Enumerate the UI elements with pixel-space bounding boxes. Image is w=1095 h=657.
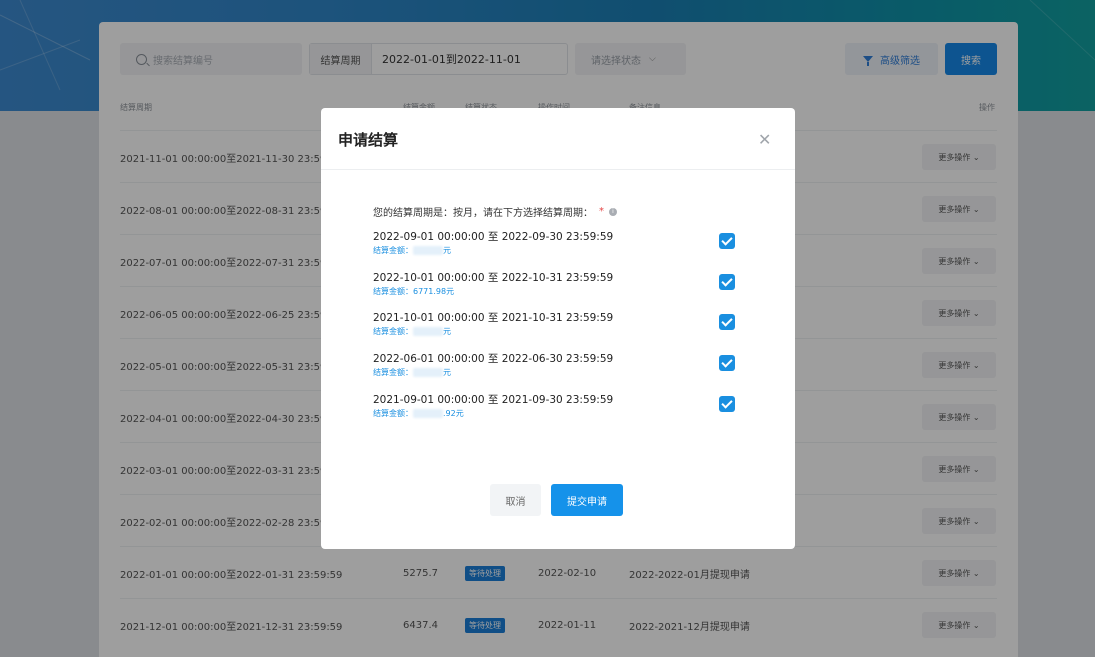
- amount-label: 结算金额：: [373, 246, 413, 255]
- period-option[interactable]: 2022-09-01 00:00:00 至 2022-09-30 23:59:5…: [373, 229, 743, 265]
- option-checkbox[interactable]: [719, 273, 735, 290]
- apply-settlement-dialog: 申请结算 ✕ 您的结算周期是：按月，请在下方选择结算周期： * i 2022-0…: [321, 108, 795, 549]
- prompt-text: 您的结算周期是：按月，请在下方选择结算周期：: [373, 208, 593, 219]
- redacted-amount: [413, 246, 443, 255]
- period-range-text: 2022-06-01 00:00:00 至 2022-06-30 23:59:5…: [373, 353, 614, 366]
- amount-suffix: 元: [455, 408, 464, 418]
- amount-suffix: 元: [443, 327, 451, 337]
- amount-label: 结算金额：: [373, 327, 413, 337]
- amount-value: .92: [443, 408, 456, 418]
- period-option[interactable]: 2021-10-01 00:00:00 至 2021-10-31 23:59:5…: [373, 310, 743, 346]
- period-range-text: 2022-09-01 00:00:00 至 2022-09-30 23:59:5…: [373, 231, 614, 243]
- amount-label: 结算金额：: [373, 408, 413, 418]
- period-range-text: 2021-09-01 00:00:00 至 2021-09-30 23:59:5…: [373, 393, 614, 406]
- period-option[interactable]: 2022-06-01 00:00:00 至 2022-06-30 23:59:5…: [373, 351, 743, 387]
- option-checkbox[interactable]: [719, 395, 735, 412]
- option-checkbox[interactable]: [719, 233, 735, 249]
- redacted-amount: [413, 408, 443, 418]
- info-icon[interactable]: i: [609, 207, 617, 216]
- period-option[interactable]: 2022-10-01 00:00:00 至 2022-10-31 23:59:5…: [373, 270, 743, 306]
- option-checkbox[interactable]: [719, 314, 735, 331]
- close-icon[interactable]: ✕: [758, 130, 771, 149]
- amount-line: 结算金额： 元: [373, 326, 451, 337]
- redacted-amount: [413, 368, 443, 378]
- amount-line: 结算金额：6771.98元: [373, 286, 454, 297]
- amount-suffix: 元: [443, 246, 451, 255]
- amount-line: 结算金额： 元: [373, 367, 451, 378]
- required-mark: *: [599, 206, 604, 217]
- period-option[interactable]: 2021-09-01 00:00:00 至 2021-09-30 23:59:5…: [373, 392, 743, 428]
- submit-button[interactable]: 提交申请: [551, 484, 623, 516]
- amount-value: 6771.98: [413, 286, 447, 296]
- amount-suffix: 元: [443, 368, 451, 378]
- period-range-text: 2021-10-01 00:00:00 至 2021-10-31 23:59:5…: [373, 312, 614, 325]
- amount-label: 结算金额：: [373, 286, 413, 296]
- dialog-title: 申请结算: [338, 131, 399, 149]
- option-checkbox[interactable]: [719, 355, 735, 372]
- cancel-button[interactable]: 取消: [490, 484, 541, 516]
- dialog-divider: [321, 169, 795, 170]
- period-prompt: 您的结算周期是：按月，请在下方选择结算周期： * i: [373, 204, 617, 219]
- amount-label: 结算金额：: [373, 368, 413, 378]
- period-range-text: 2022-10-01 00:00:00 至 2022-10-31 23:59:5…: [373, 271, 614, 284]
- redacted-amount: [413, 327, 443, 337]
- amount-suffix: 元: [446, 286, 455, 296]
- amount-line: 结算金额： 元: [373, 245, 451, 256]
- amount-line: 结算金额： .92元: [373, 408, 464, 419]
